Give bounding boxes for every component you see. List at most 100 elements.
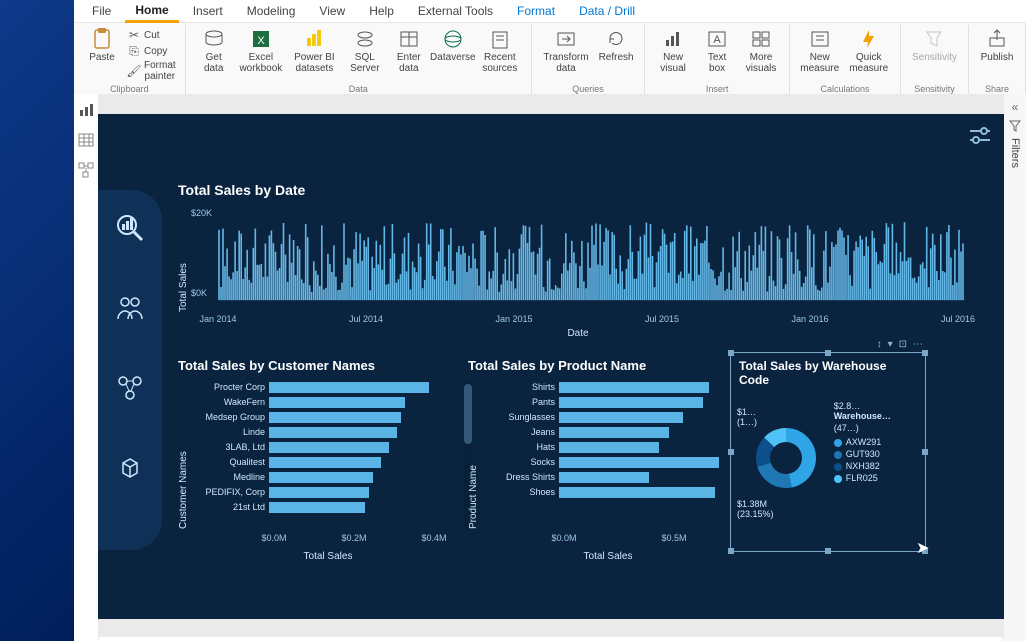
bar-row: Medsep Group xyxy=(189,410,458,424)
bar-row: Dress Shirts xyxy=(479,470,719,484)
menu-modeling[interactable]: Modeling xyxy=(237,1,306,21)
legend-header: Warehouse… xyxy=(834,411,891,421)
getdata-icon xyxy=(202,27,226,51)
paste-label: Paste xyxy=(89,52,115,63)
chart-total-sales-by-product[interactable]: Total Sales by Product Name Product Name… xyxy=(468,358,718,578)
more-visuals-button[interactable]: More visuals xyxy=(739,25,783,76)
nav-relations-icon[interactable] xyxy=(112,370,148,406)
cut-label: Cut xyxy=(144,30,160,41)
legend-item[interactable]: FLR025 xyxy=(834,473,917,483)
prod-xlabel: Total Sales xyxy=(584,551,633,561)
cust-ylabel: Customer Names xyxy=(178,379,189,529)
svg-text:Jan 2016: Jan 2016 xyxy=(791,314,828,324)
svg-text:$0.0M: $0.0M xyxy=(261,533,286,543)
ribbon-group-share: Publish Share xyxy=(969,25,1026,95)
excel-workbook-button[interactable]: XExcel workbook xyxy=(236,25,286,76)
publish-button[interactable]: Publish xyxy=(975,25,1019,65)
filters-rail[interactable]: « Filters xyxy=(1003,94,1026,641)
excel-icon: X xyxy=(249,27,273,51)
report-view-button[interactable] xyxy=(78,102,94,118)
paste-button[interactable]: Paste xyxy=(80,25,124,65)
svg-text:$0K: $0K xyxy=(191,288,207,298)
bar-row: Procter Corp xyxy=(189,380,458,394)
quick-measure-button[interactable]: Quick measure xyxy=(843,25,894,76)
textbox-label: Text box xyxy=(700,52,734,74)
excel-label: Excel workbook xyxy=(239,52,282,74)
bar-row: 21st Ltd xyxy=(189,500,458,514)
report-settings-icon[interactable] xyxy=(968,126,992,146)
menu-format[interactable]: Format xyxy=(507,1,565,21)
transform-label: Transform data xyxy=(543,52,589,74)
data-view-button[interactable] xyxy=(78,132,94,148)
more-icon[interactable]: ⋯ xyxy=(913,339,923,350)
copy-icon: ⎘ xyxy=(127,44,141,58)
chart-title: Total Sales by Warehouse Code xyxy=(739,359,917,387)
recent-sources-button[interactable]: Recent sources xyxy=(475,25,525,76)
ribbon: Paste ✂Cut ⎘Copy 🖌Format painter Clipboa… xyxy=(74,23,1026,98)
scissors-icon: ✂ xyxy=(127,28,141,42)
bar-row: 3LAB, Ltd xyxy=(189,440,458,454)
dataverse-button[interactable]: Dataverse xyxy=(431,25,475,65)
svg-text:$0.0M: $0.0M xyxy=(551,533,576,543)
filter-vis-icon[interactable]: ▾ xyxy=(888,339,893,350)
drill-icon[interactable]: ↕ xyxy=(877,339,882,350)
menu-bar: File Home Insert Modeling View Help Exte… xyxy=(74,0,1026,23)
legend-item[interactable]: NXH382 xyxy=(834,461,917,471)
menu-view[interactable]: View xyxy=(309,1,355,21)
bar-row: Jeans xyxy=(479,425,719,439)
textbox-icon: A xyxy=(705,27,729,51)
focus-icon[interactable]: ⊡ xyxy=(899,339,907,350)
menu-external-tools[interactable]: External Tools xyxy=(408,1,503,21)
transform-data-button[interactable]: Transform data xyxy=(538,25,594,76)
nav-warehouse-icon[interactable] xyxy=(112,450,148,486)
legend-item[interactable]: AXW291 xyxy=(834,437,917,447)
dataverse-label: Dataverse xyxy=(430,52,476,63)
cut-button[interactable]: ✂Cut xyxy=(124,27,179,43)
quick-measure-icon xyxy=(857,27,881,51)
more-visuals-icon xyxy=(749,27,773,51)
pbi-datasets-button[interactable]: Power BI datasets xyxy=(286,25,343,76)
bar-row: Socks xyxy=(479,455,719,469)
menu-home[interactable]: Home xyxy=(125,0,178,23)
new-visual-button[interactable]: New visual xyxy=(651,25,695,76)
menu-file[interactable]: File xyxy=(82,1,121,21)
measure-icon xyxy=(808,27,832,51)
text-box-button[interactable]: AText box xyxy=(695,25,739,76)
bar-row: Sunglasses xyxy=(479,410,719,424)
format-painter-button[interactable]: 🖌Format painter xyxy=(124,59,179,83)
copy-button[interactable]: ⎘Copy xyxy=(124,43,179,59)
chart-total-sales-by-warehouse[interactable]: ↕ ▾ ⊡ ⋯ Total Sales by Warehouse Code xyxy=(730,352,926,552)
ribbon-group-data: Get data XExcel workbook Power BI datase… xyxy=(186,25,532,95)
new-measure-button[interactable]: New measure xyxy=(796,25,843,76)
refresh-button[interactable]: Refresh xyxy=(594,25,638,65)
filters-label: Filters xyxy=(1009,138,1021,168)
sql-server-button[interactable]: SQL Server xyxy=(343,25,387,76)
new-measure-label: New measure xyxy=(800,52,839,74)
chevron-left-icon[interactable]: « xyxy=(1012,100,1019,114)
bar-row: Linde xyxy=(189,425,458,439)
get-data-button[interactable]: Get data xyxy=(192,25,236,76)
visual-header: ↕ ▾ ⊡ ⋯ xyxy=(877,339,923,350)
menu-insert[interactable]: Insert xyxy=(183,1,233,21)
menu-data-drill[interactable]: Data / Drill xyxy=(569,1,645,21)
nav-overview-icon[interactable] xyxy=(112,210,148,246)
svg-text:$0.4M: $0.4M xyxy=(421,533,446,543)
report-nav xyxy=(98,114,162,619)
legend-item[interactable]: GUT930 xyxy=(834,449,917,459)
sensitivity-label: Sensitivity xyxy=(912,52,957,63)
format-painter-label: Format painter xyxy=(144,60,176,82)
ts-ylabel: Total Sales xyxy=(178,204,189,312)
nav-customers-icon[interactable] xyxy=(112,290,148,326)
bar-row: Qualitest xyxy=(189,455,458,469)
menu-help[interactable]: Help xyxy=(359,1,404,21)
chart-title: Total Sales by Date xyxy=(178,182,978,198)
chart-total-sales-by-date[interactable]: Total Sales by Date Total Sales $20K $0K… xyxy=(178,182,978,342)
refresh-icon xyxy=(604,27,628,51)
model-view-button[interactable] xyxy=(78,162,94,178)
report-page[interactable]: Total Sales by Date Total Sales $20K $0K… xyxy=(98,114,1004,619)
pbi-label: Power BI datasets xyxy=(291,52,338,74)
enter-data-label: Enter data xyxy=(392,52,426,74)
enter-data-button[interactable]: Enter data xyxy=(387,25,431,76)
refresh-label: Refresh xyxy=(599,52,634,63)
chart-total-sales-by-customer[interactable]: Total Sales by Customer Names Customer N… xyxy=(178,358,458,578)
